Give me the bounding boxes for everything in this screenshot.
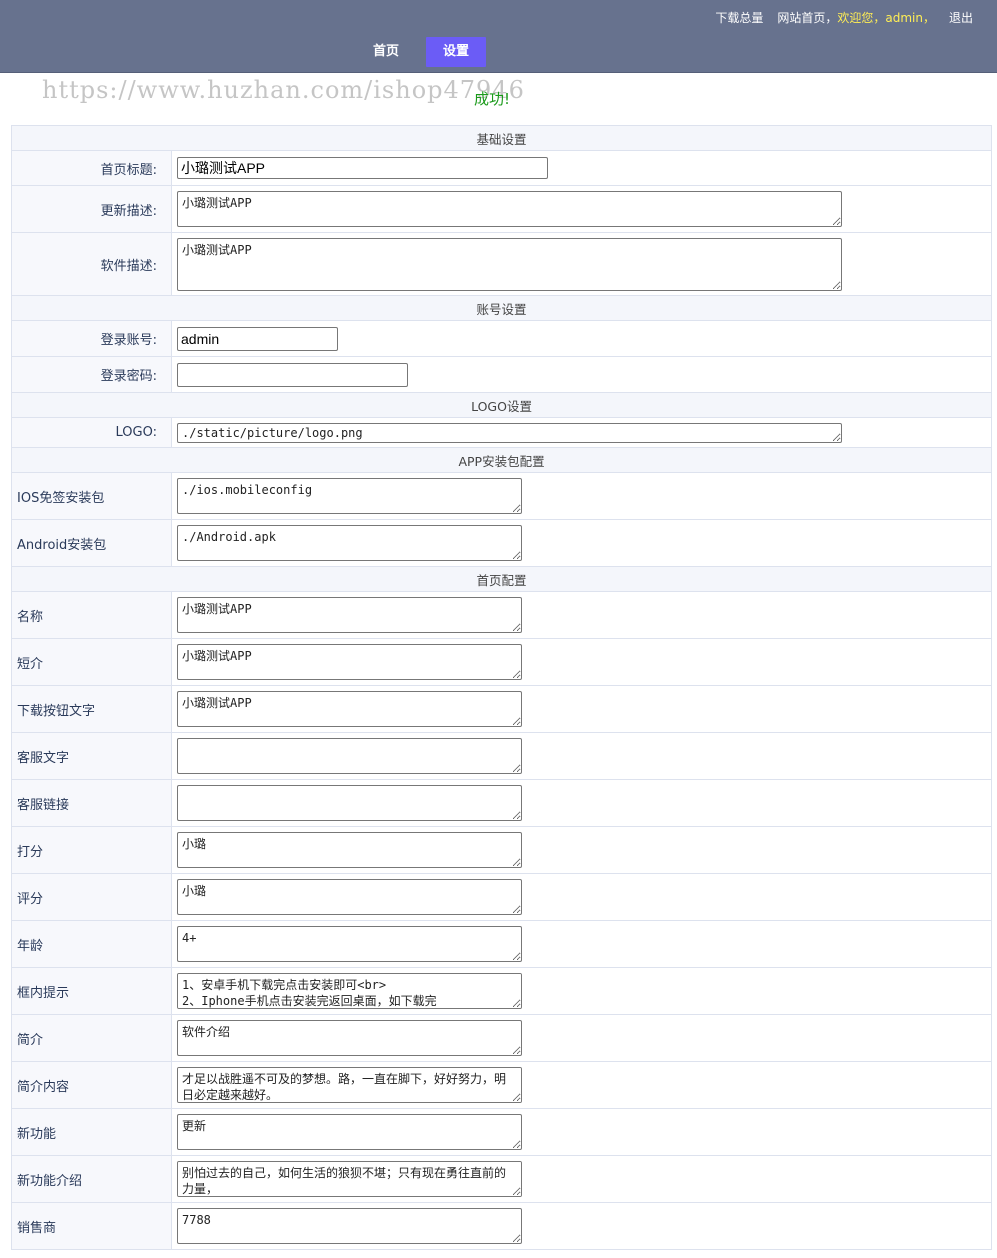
logout-link[interactable]: 退出 <box>949 11 973 25</box>
intro-content-textarea[interactable]: 才足以战胜遥不可及的梦想。路，一直在脚下，好好努力，明日必定越来越好。 <box>177 1067 522 1103</box>
service-link-textarea[interactable] <box>177 785 522 821</box>
software-desc-textarea[interactable]: 小璐测试APP <box>177 237 842 291</box>
watermark: https://www.huzhan.com/ishop47946 <box>42 76 525 104</box>
site-home-link[interactable]: 网站首页， <box>777 11 837 25</box>
settings-form: 基础设置 首页标题: 更新描述: 小璐测试APP 软件描述: 小璐测试APP 账… <box>10 125 993 1250</box>
home-title-input[interactable] <box>177 157 548 179</box>
ios-package-label: IOS免签安装包 <box>11 472 172 520</box>
seller-textarea[interactable]: 7788 <box>177 1208 522 1244</box>
new-feature-intro-label: 新功能介绍 <box>11 1155 172 1203</box>
top-links: 下载总量 网站首页，欢迎您，admin， 退出 <box>715 9 973 26</box>
section-app-package: APP安装包配置 <box>10 447 993 473</box>
welcome-text: 欢迎您，admin， <box>837 11 935 25</box>
new-feature-intro-textarea[interactable]: 别怕过去的自己，如何生活的狼狈不堪；只有现在勇往直前的力量， <box>177 1161 522 1197</box>
rating-label: 评分 <box>11 873 172 921</box>
service-text-label: 客服文字 <box>11 732 172 780</box>
name-textarea[interactable]: 小璐测试APP <box>177 597 522 633</box>
login-account-input[interactable] <box>177 326 338 351</box>
short-intro-textarea[interactable]: 小璐测试APP <box>177 644 522 680</box>
service-link-label: 客服链接 <box>11 779 172 827</box>
age-textarea[interactable]: 4+ <box>177 926 522 962</box>
nav-settings[interactable]: 设置 <box>426 37 486 67</box>
intro-textarea[interactable]: 软件介绍 <box>177 1020 522 1056</box>
box-tip-textarea[interactable]: 1、安卓手机下载完点击安装即可<br> 2、Iphone手机点击安装完返回桌面，… <box>177 973 522 1009</box>
logo-label: LOGO: <box>11 417 172 448</box>
rating-textarea[interactable]: 小璐 <box>177 879 522 915</box>
success-message: 成功! <box>474 90 511 108</box>
new-feature-textarea[interactable]: 更新 <box>177 1114 522 1150</box>
box-tip-label: 框内提示 <box>11 967 172 1015</box>
software-desc-label: 软件描述: <box>11 232 172 296</box>
intro-content-label: 简介内容 <box>11 1061 172 1109</box>
nav-home[interactable]: 首页 <box>360 37 412 67</box>
short-intro-label: 短介 <box>11 638 172 686</box>
section-basic: 基础设置 <box>10 125 993 151</box>
top-bar: 下载总量 网站首页，欢迎您，admin， 退出 首页 设置 <box>0 0 997 73</box>
update-desc-label: 更新描述: <box>11 185 172 233</box>
age-label: 年龄 <box>11 920 172 968</box>
score-label: 打分 <box>11 826 172 874</box>
main-nav: 首页 设置 <box>0 37 997 67</box>
intro-label: 简介 <box>11 1014 172 1062</box>
login-account-label: 登录账号: <box>11 320 172 357</box>
logo-path-textarea[interactable]: ./static/picture/logo.png <box>177 422 842 443</box>
section-logo: LOGO设置 <box>10 392 993 418</box>
score-textarea[interactable]: 小璐 <box>177 832 522 868</box>
settings-content: https://www.huzhan.com/ishop47946 成功! 基础… <box>0 76 997 1258</box>
section-account: 账号设置 <box>10 295 993 321</box>
login-password-label: 登录密码: <box>11 356 172 393</box>
login-password-input[interactable] <box>177 362 408 387</box>
update-desc-textarea[interactable]: 小璐测试APP <box>177 191 842 227</box>
download-total-link[interactable]: 下载总量 <box>715 11 763 25</box>
ios-package-textarea[interactable]: ./ios.mobileconfig <box>177 478 522 514</box>
section-home-config: 首页配置 <box>10 566 993 592</box>
new-feature-label: 新功能 <box>11 1108 172 1156</box>
seller-label: 销售商 <box>11 1202 172 1250</box>
download-button-text-label: 下载按钮文字 <box>11 685 172 733</box>
service-text-textarea[interactable] <box>177 738 522 774</box>
name-label: 名称 <box>11 591 172 639</box>
android-package-textarea[interactable]: ./Android.apk <box>177 525 522 561</box>
home-title-label: 首页标题: <box>11 150 172 186</box>
download-button-text-textarea[interactable]: 小璐测试APP <box>177 691 522 727</box>
android-package-label: Android安装包 <box>11 519 172 567</box>
